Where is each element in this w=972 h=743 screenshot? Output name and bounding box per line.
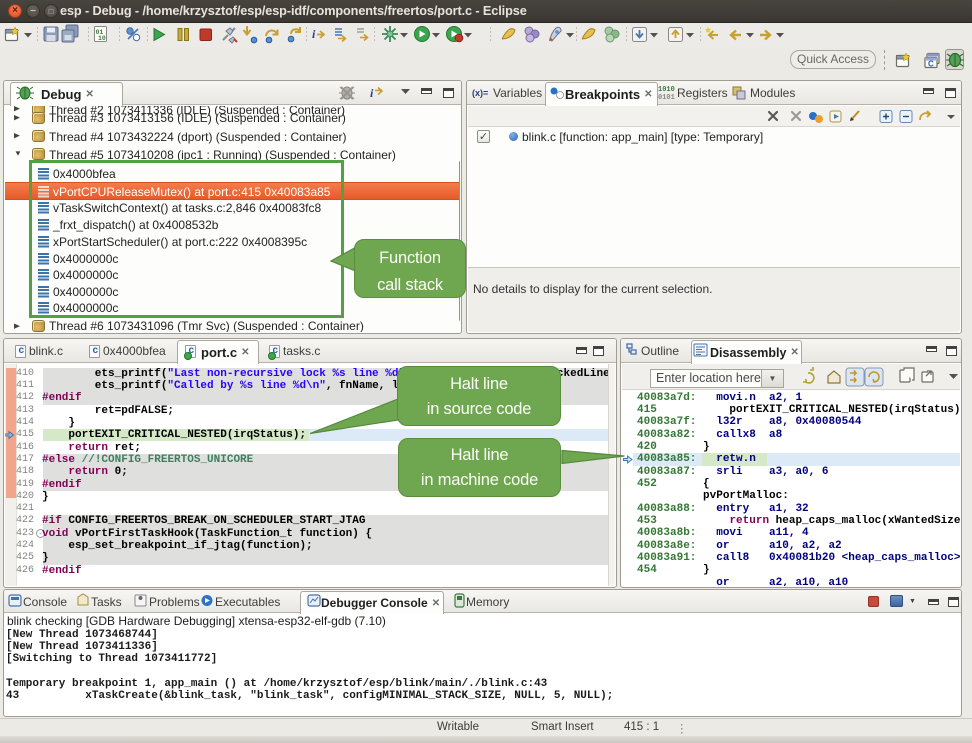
svg-text:(x)=: (x)= bbox=[472, 88, 488, 98]
svg-text:C: C bbox=[928, 60, 934, 69]
svg-text:0101: 0101 bbox=[658, 94, 675, 102]
svg-text:1010: 1010 bbox=[658, 86, 675, 94]
svg-text:i: i bbox=[312, 27, 316, 41]
svg-text:i: i bbox=[370, 86, 374, 100]
svg-text:10: 10 bbox=[98, 35, 106, 42]
